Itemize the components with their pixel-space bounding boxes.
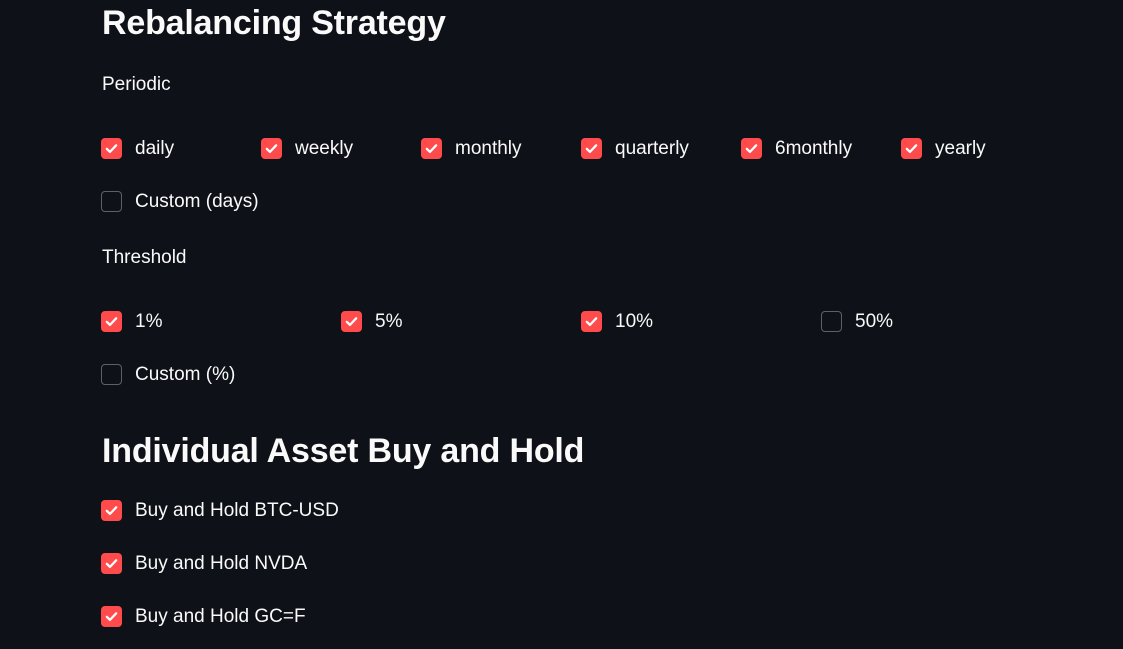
checkbox-label: weekly bbox=[295, 137, 354, 159]
checkbox-box[interactable] bbox=[101, 605, 122, 627]
checkbox-label: quarterly bbox=[615, 137, 689, 159]
check-icon bbox=[265, 143, 278, 153]
checkbox-label: 6monthly bbox=[775, 137, 853, 159]
checkbox-box[interactable] bbox=[421, 137, 442, 159]
checkbox-label: monthly bbox=[455, 137, 522, 159]
checkbox-weekly[interactable]: weekly bbox=[261, 135, 353, 161]
check-icon bbox=[905, 143, 918, 153]
checkbox-6monthly[interactable]: 6monthly bbox=[741, 135, 852, 161]
check-icon bbox=[745, 143, 758, 153]
checkbox-threshold-50[interactable]: 50% bbox=[821, 308, 893, 334]
checkbox-box[interactable] bbox=[821, 310, 842, 332]
buy-and-hold-title: Individual Asset Buy and Hold bbox=[102, 432, 585, 470]
checkbox-box[interactable] bbox=[901, 137, 922, 159]
check-icon bbox=[425, 143, 438, 153]
checkbox-buy-hold-btc-usd[interactable]: Buy and Hold BTC-USD bbox=[101, 497, 339, 523]
checkbox-label: Custom (days) bbox=[135, 190, 259, 212]
checkbox-box[interactable] bbox=[101, 552, 122, 574]
checkbox-box[interactable] bbox=[101, 499, 122, 521]
checkbox-box[interactable] bbox=[581, 137, 602, 159]
checkbox-box[interactable] bbox=[101, 363, 122, 385]
checkbox-label: daily bbox=[135, 137, 175, 159]
checkbox-custom-days[interactable]: Custom (days) bbox=[101, 188, 259, 214]
app-page: Rebalancing Strategy Periodic daily week… bbox=[0, 0, 1123, 649]
checkbox-label: 1% bbox=[135, 310, 163, 332]
checkbox-box[interactable] bbox=[741, 137, 762, 159]
checkbox-label: 10% bbox=[615, 310, 654, 332]
check-icon bbox=[105, 505, 118, 515]
rebalancing-strategy-title: Rebalancing Strategy bbox=[102, 4, 446, 42]
check-icon bbox=[345, 316, 358, 326]
checkbox-label: Buy and Hold NVDA bbox=[135, 552, 308, 574]
checkbox-label: 5% bbox=[375, 310, 403, 332]
checkbox-label: Buy and Hold GC=F bbox=[135, 605, 306, 627]
checkbox-yearly[interactable]: yearly bbox=[901, 135, 986, 161]
checkbox-buy-hold-nvda[interactable]: Buy and Hold NVDA bbox=[101, 550, 307, 576]
check-icon bbox=[585, 316, 598, 326]
checkbox-label: yearly bbox=[935, 137, 986, 159]
checkbox-label: Buy and Hold BTC-USD bbox=[135, 499, 339, 521]
checkbox-quarterly[interactable]: quarterly bbox=[581, 135, 689, 161]
threshold-label: Threshold bbox=[102, 247, 187, 268]
check-icon bbox=[585, 143, 598, 153]
checkbox-threshold-1[interactable]: 1% bbox=[101, 308, 162, 334]
checkbox-custom-percent[interactable]: Custom (%) bbox=[101, 361, 235, 387]
check-icon bbox=[105, 143, 118, 153]
checkbox-label: Custom (%) bbox=[135, 363, 236, 385]
check-icon bbox=[105, 611, 118, 621]
periodic-label: Periodic bbox=[102, 74, 171, 95]
checkbox-box[interactable] bbox=[101, 137, 122, 159]
checkbox-threshold-10[interactable]: 10% bbox=[581, 308, 653, 334]
check-icon bbox=[105, 558, 118, 568]
checkbox-daily[interactable]: daily bbox=[101, 135, 174, 161]
checkbox-box[interactable] bbox=[581, 310, 602, 332]
checkbox-threshold-5[interactable]: 5% bbox=[341, 308, 402, 334]
checkbox-monthly[interactable]: monthly bbox=[421, 135, 522, 161]
checkbox-box[interactable] bbox=[261, 137, 282, 159]
checkbox-box[interactable] bbox=[101, 310, 122, 332]
checkbox-box[interactable] bbox=[341, 310, 362, 332]
checkbox-box[interactable] bbox=[101, 190, 122, 212]
checkbox-label: 50% bbox=[855, 310, 894, 332]
check-icon bbox=[105, 316, 118, 326]
checkbox-buy-hold-gc-f[interactable]: Buy and Hold GC=F bbox=[101, 603, 306, 629]
